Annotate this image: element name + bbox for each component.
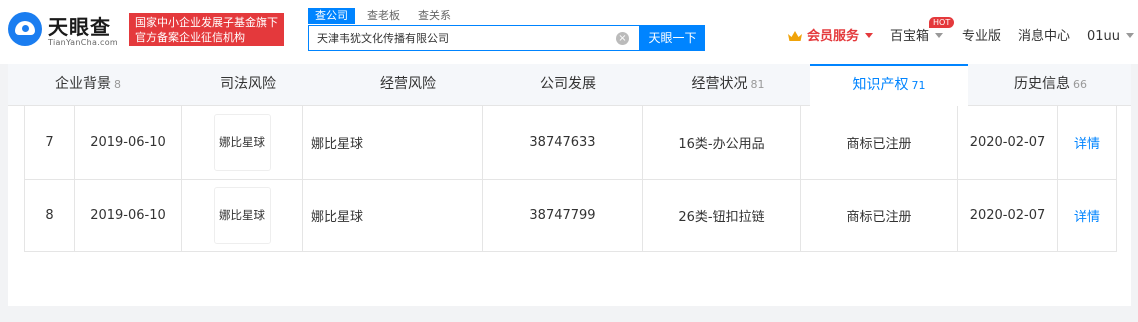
tab-count: 66	[1073, 78, 1087, 91]
tab-history-info[interactable]: 历史信息 66	[970, 64, 1131, 106]
username: 01uu	[1087, 29, 1121, 44]
trademark-image-cell: 娜比星球	[181, 106, 303, 180]
chevron-down-icon	[935, 33, 944, 38]
registration-number: 38747633	[482, 106, 643, 180]
application-date: 2019-06-10	[74, 106, 182, 180]
tab-operating-status[interactable]: 经营状况 81	[648, 64, 808, 106]
tab-operating-risk[interactable]: 经营风险	[328, 64, 488, 106]
trademark-status: 商标已注册	[800, 179, 958, 252]
trademark-class: 26类-钮扣拉链	[642, 179, 801, 252]
row-index: 7	[24, 106, 75, 180]
registration-number: 38747799	[482, 179, 643, 252]
treasure-box-label: 百宝箱	[890, 29, 930, 44]
chevron-down-icon	[1126, 33, 1135, 38]
content-card: 企业背景 8 司法风险 经营风险 公司发展 经营状况 81 知识产权 71 历史信息 6…	[8, 64, 1131, 306]
top-header: 天眼查 TianYanCha.com 国家中小企业发展子基金旗下 官方备案企业征…	[0, 0, 1138, 64]
search-box: ×	[308, 25, 640, 51]
section-tabs: 企业背景 8 司法风险 经营风险 公司发展 经营状况 81 知识产权 71 历史信息 6…	[8, 64, 1131, 107]
tab-label: 企业背景	[55, 76, 111, 92]
application-date: 2019-06-10	[74, 179, 182, 252]
banner-line-2: 官方备案企业征信机构	[135, 31, 245, 44]
table-row: 7 2019-06-10 娜比星球 娜比星球 38747633 16类-办公用品…	[24, 106, 1117, 180]
tab-label: 知识产权	[852, 77, 909, 93]
trademark-image[interactable]: 娜比星球	[213, 113, 271, 171]
search-button[interactable]: 天眼一下	[640, 25, 705, 51]
clear-icon[interactable]: ×	[616, 32, 629, 45]
tab-label: 经营风险	[380, 76, 436, 92]
tab-count: 71	[911, 79, 926, 92]
tab-label: 公司发展	[540, 76, 596, 92]
row-index: 8	[24, 179, 75, 252]
search-tab-boss[interactable]: 查老板	[367, 8, 400, 24]
logo-text: 天眼查	[48, 15, 111, 39]
trademark-image-cell: 娜比星球	[181, 179, 303, 252]
tab-company-development[interactable]: 公司发展	[488, 64, 648, 106]
trademark-status: 商标已注册	[800, 106, 958, 180]
tab-count: 81	[750, 78, 765, 91]
publication-date: 2020-02-07	[957, 179, 1058, 252]
trademark-table: 7 2019-06-10 娜比星球 娜比星球 38747633 16类-办公用品…	[24, 106, 1117, 252]
banner-line-1: 国家中小企业发展子基金旗下	[135, 16, 278, 29]
trademark-name: 娜比星球	[302, 179, 483, 252]
pro-version-link[interactable]: 专业版	[962, 29, 1001, 45]
treasure-box-menu[interactable]: 百宝箱	[890, 29, 944, 45]
official-banner[interactable]: 国家中小企业发展子基金旗下 官方备案企业征信机构	[129, 13, 284, 46]
tab-enterprise-background[interactable]: 企业背景 8	[8, 64, 168, 106]
tab-label: 司法风险	[220, 76, 276, 92]
logo-icon	[8, 12, 42, 46]
tab-label: 经营状况	[691, 76, 748, 92]
tab-count: 8	[114, 78, 121, 91]
detail-link[interactable]: 详情	[1057, 106, 1117, 180]
logo-subtitle: TianYanCha.com	[48, 38, 118, 47]
search-tab-relation[interactable]: 查关系	[418, 8, 451, 24]
chevron-down-icon	[865, 33, 874, 38]
search-input[interactable]	[309, 26, 609, 50]
crown-icon	[788, 31, 802, 41]
trademark-class: 16类-办公用品	[642, 106, 801, 180]
vip-service-menu[interactable]: 会员服务	[788, 29, 874, 45]
search-tab-company[interactable]: 查公司	[308, 8, 355, 24]
message-center-link[interactable]: 消息中心	[1018, 29, 1070, 45]
user-menu[interactable]: 01uu	[1087, 29, 1135, 45]
detail-link[interactable]: 详情	[1057, 179, 1117, 252]
publication-date: 2020-02-07	[957, 106, 1058, 180]
site-logo[interactable]: 天眼查 TianYanCha.com	[8, 10, 124, 52]
tab-judicial-risk[interactable]: 司法风险	[168, 64, 328, 106]
table-row: 8 2019-06-10 娜比星球 娜比星球 38747799 26类-钮扣拉链…	[24, 179, 1117, 252]
trademark-image[interactable]: 娜比星球	[213, 186, 271, 244]
vip-service-label: 会员服务	[807, 29, 860, 44]
trademark-name: 娜比星球	[302, 106, 483, 180]
tab-intellectual-property[interactable]: 知识产权 71	[810, 64, 968, 107]
hot-badge: HOT	[929, 17, 955, 28]
tab-label: 历史信息	[1014, 76, 1070, 92]
